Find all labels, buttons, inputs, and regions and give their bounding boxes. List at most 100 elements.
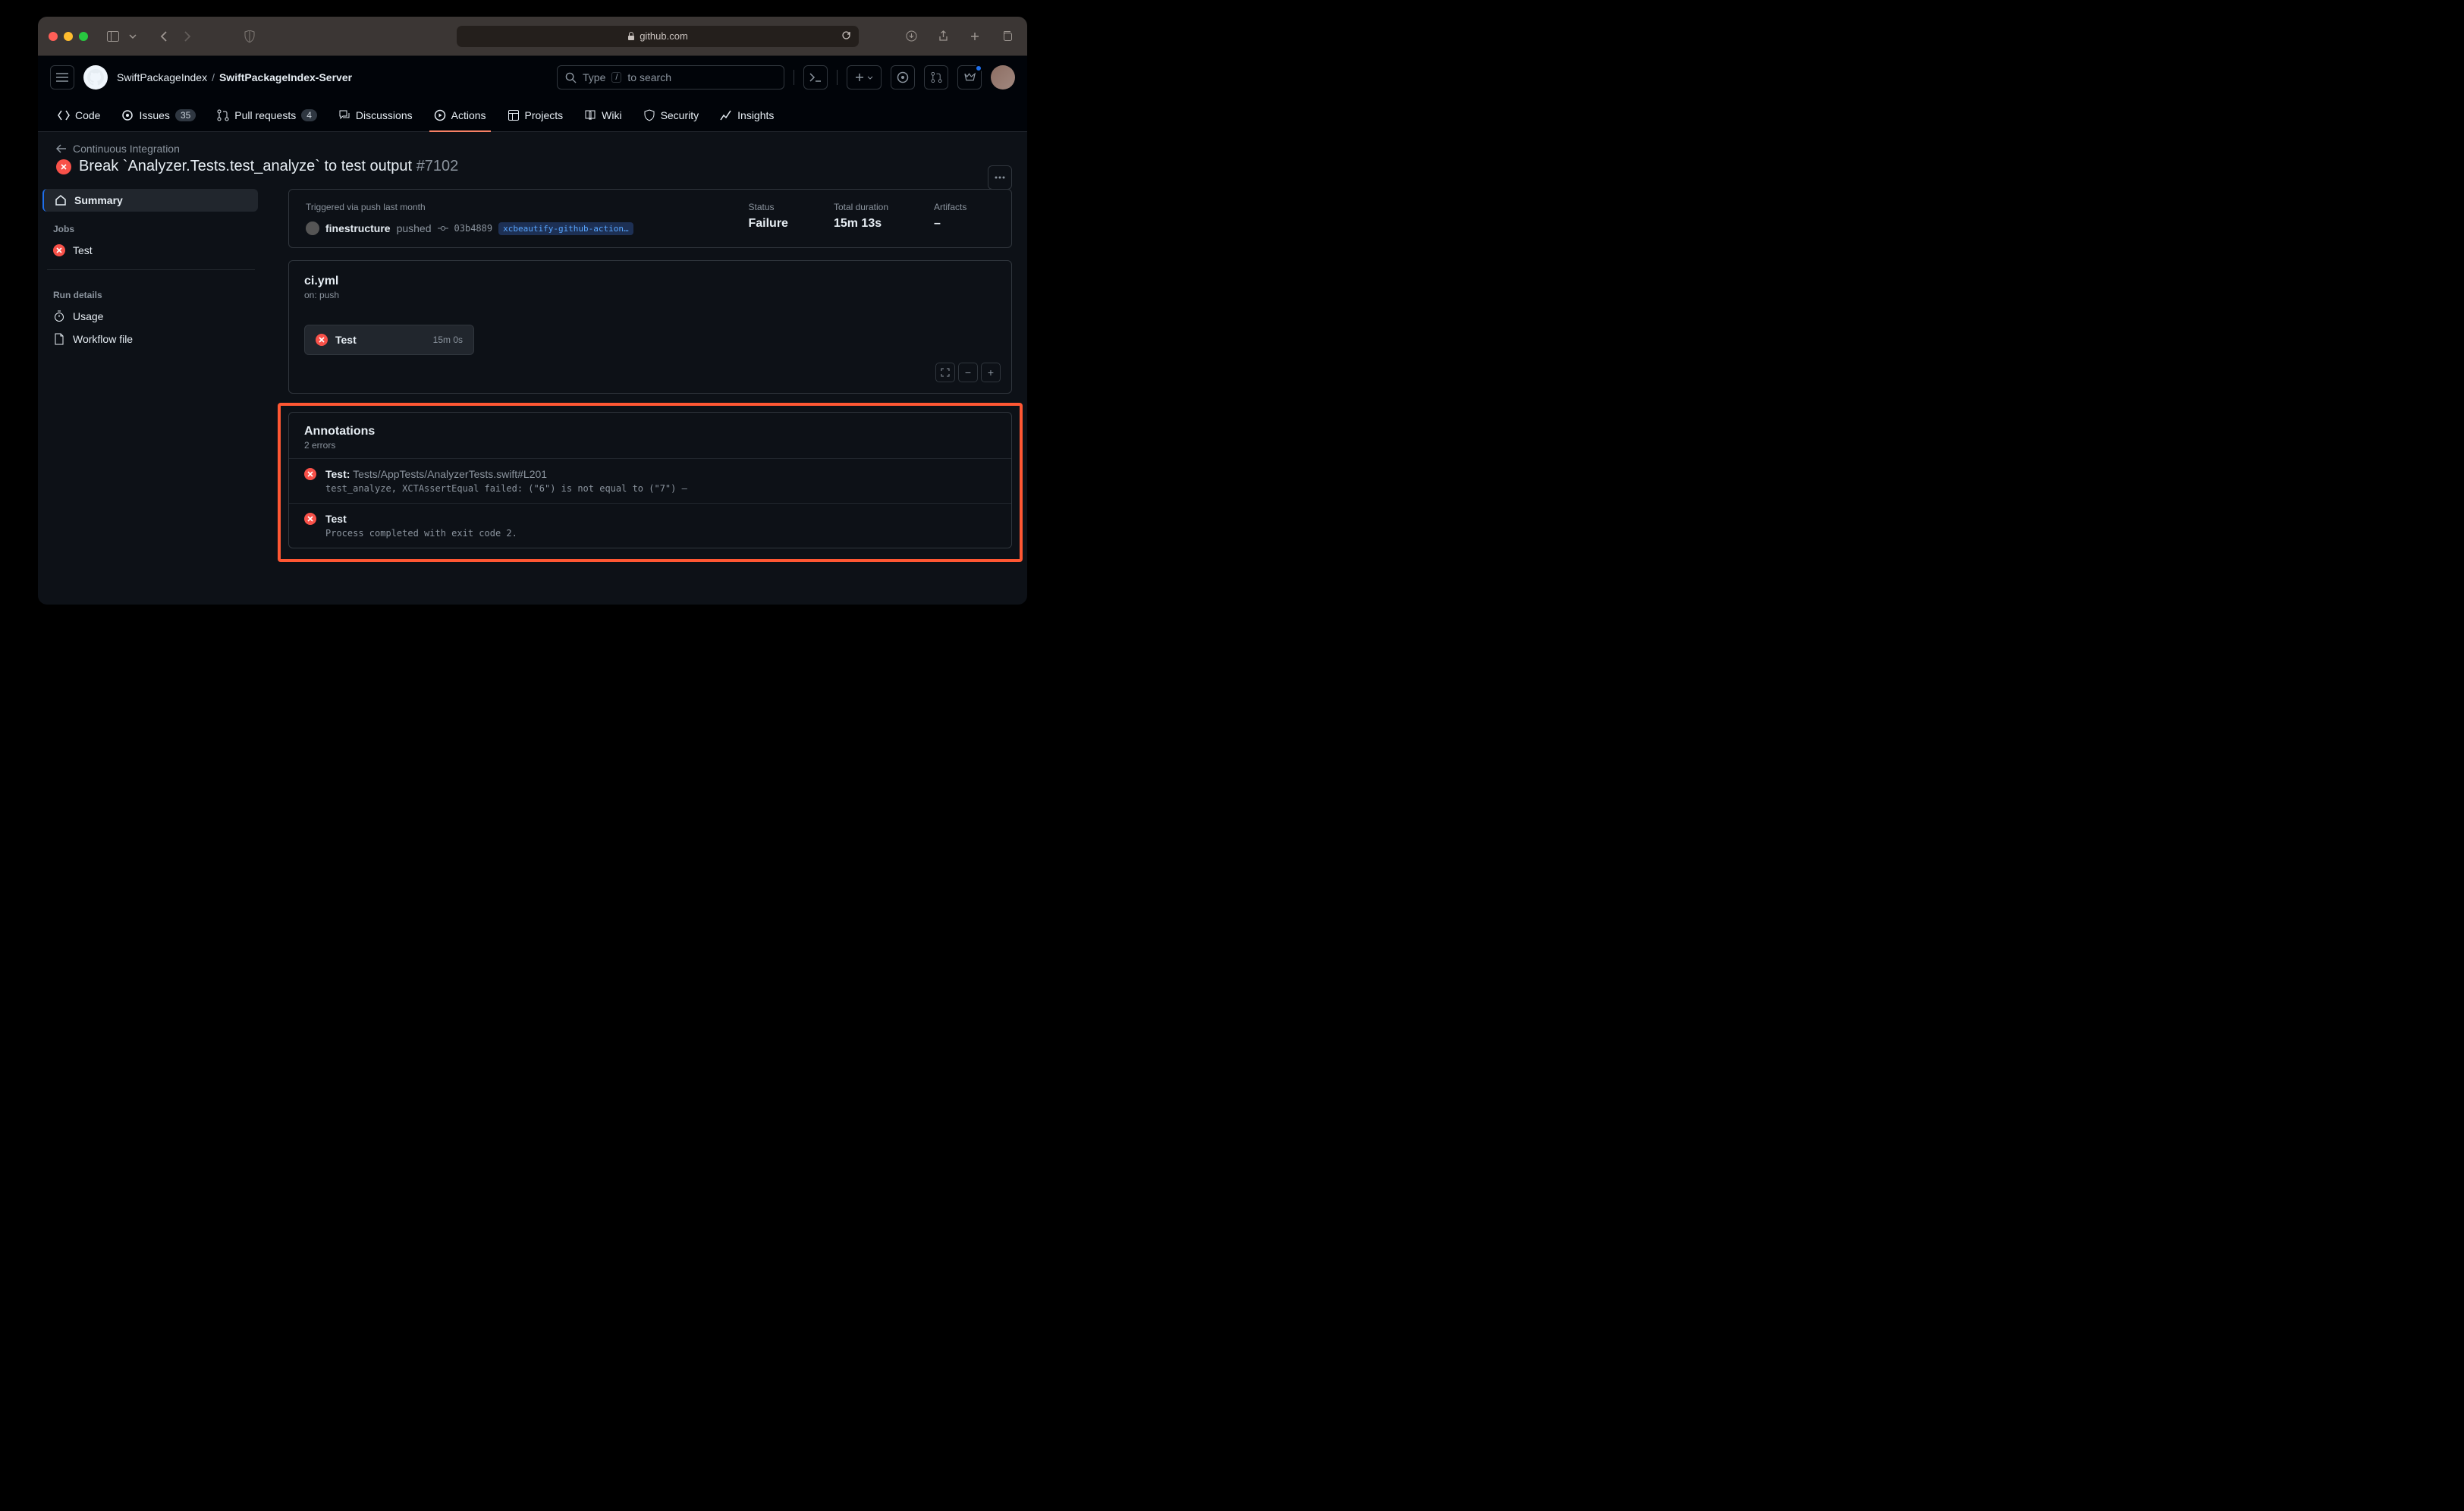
commit-sha[interactable]: 03b4889 <box>454 223 493 234</box>
branch-name[interactable]: xcbeautify-github-action… <box>498 222 633 235</box>
minimize-window[interactable] <box>64 32 73 41</box>
url-host: github.com <box>640 30 688 42</box>
status-fail-icon <box>56 159 71 174</box>
breadcrumb-repo[interactable]: SwiftPackageIndex-Server <box>219 71 352 83</box>
search-input[interactable]: Type / to search <box>557 65 784 90</box>
sidebar-usage-label: Usage <box>73 310 103 322</box>
nav-code[interactable]: Code <box>50 99 108 132</box>
lock-icon <box>627 32 635 41</box>
pull-requests-button[interactable] <box>924 65 948 90</box>
divider <box>837 70 838 85</box>
annotation-row[interactable]: Test: Tests/AppTests/AnalyzerTests.swift… <box>289 458 1011 503</box>
tabs-icon[interactable] <box>997 27 1017 46</box>
run-number: #7102 <box>416 158 459 174</box>
prs-count-badge: 4 <box>301 109 317 121</box>
repo-nav: Code Issues 35 Pull requests 4 Discussio… <box>38 99 1027 132</box>
workflow-on: on: push <box>304 290 996 300</box>
reload-icon[interactable] <box>841 30 851 42</box>
job-duration: 15m 0s <box>433 335 463 345</box>
sidebar-workflow-file[interactable]: Workflow file <box>44 328 258 350</box>
command-palette-button[interactable] <box>803 65 828 90</box>
annotations-card: Annotations 2 errors Test: Tests/AppTest… <box>288 412 1012 548</box>
annotations-heading: Annotations <box>304 425 996 438</box>
back-icon[interactable] <box>153 27 173 46</box>
arrow-left-icon <box>56 144 67 153</box>
issues-button[interactable] <box>891 65 915 90</box>
zoom-out-button[interactable]: − <box>958 363 978 382</box>
downloads-icon[interactable] <box>901 27 921 46</box>
new-tab-icon[interactable] <box>965 27 985 46</box>
sidebar-summary-label: Summary <box>74 194 123 206</box>
nav-projects[interactable]: Projects <box>500 99 571 132</box>
nav-issues[interactable]: Issues 35 <box>114 99 203 132</box>
github-logo[interactable] <box>83 65 108 90</box>
issues-count-badge: 35 <box>175 109 196 121</box>
commit-icon <box>438 225 448 232</box>
workflow-file-name: ci.yml <box>304 275 996 288</box>
zoom-in-button[interactable]: + <box>981 363 1001 382</box>
job-name: Test <box>335 334 357 346</box>
annotation-message: test_analyze, XCTAssertEqual failed: ("6… <box>325 483 996 494</box>
nav-actions[interactable]: Actions <box>426 99 494 132</box>
annotations-highlight: Annotations 2 errors Test: Tests/AppTest… <box>278 403 1023 562</box>
search-key: / <box>611 72 621 83</box>
nav-code-label: Code <box>75 109 100 121</box>
artifacts-label: Artifacts <box>934 202 995 212</box>
annotation-title: Test: <box>325 468 350 480</box>
sidebar-summary[interactable]: Summary <box>42 189 258 212</box>
fullscreen-button[interactable] <box>935 363 955 382</box>
duration-label: Total duration <box>834 202 888 212</box>
close-window[interactable] <box>49 32 58 41</box>
nav-prs-label: Pull requests <box>234 109 296 121</box>
nav-discussions[interactable]: Discussions <box>331 99 420 132</box>
nav-insights[interactable]: Insights <box>712 99 781 132</box>
error-icon <box>304 513 316 525</box>
stopwatch-icon <box>53 310 65 322</box>
actor-name[interactable]: finestructure <box>325 222 391 234</box>
nav-wiki-label: Wiki <box>602 109 621 121</box>
annotation-row[interactable]: Test Process completed with exit code 2. <box>289 503 1011 548</box>
home-icon <box>55 194 67 206</box>
maximize-window[interactable] <box>79 32 88 41</box>
annotation-message: Process completed with exit code 2. <box>325 528 996 539</box>
create-new-button[interactable] <box>847 65 882 90</box>
workflow-backlink[interactable]: Continuous Integration <box>56 143 1009 155</box>
sidebar-workflowfile-label: Workflow file <box>73 333 133 345</box>
run-sidebar: Summary Jobs Test Run details Usage Work… <box>38 181 266 605</box>
sidebar-job-test[interactable]: Test <box>44 239 258 262</box>
url-bar[interactable]: github.com <box>457 26 859 47</box>
user-avatar[interactable] <box>991 65 1015 90</box>
nav-actions-label: Actions <box>451 109 486 121</box>
annotation-title: Test <box>325 513 347 525</box>
actor-avatar[interactable] <box>306 221 319 235</box>
breadcrumb: SwiftPackageIndex / SwiftPackageIndex-Se… <box>117 71 352 83</box>
browser-window: github.com SwiftPackageIndex / SwiftPack… <box>38 17 1027 605</box>
status-value: Failure <box>748 217 787 231</box>
summary-card: Triggered via push last month finestruct… <box>288 189 1012 248</box>
chevron-down-icon[interactable] <box>127 27 138 46</box>
notifications-button[interactable] <box>957 65 982 90</box>
menu-button[interactable] <box>50 65 74 90</box>
run-main: Triggered via push last month finestruct… <box>266 181 1027 605</box>
run-title: Break `Analyzer.Tests.test_analyze` to t… <box>79 158 458 175</box>
shield-icon[interactable] <box>240 27 259 46</box>
nav-discussions-label: Discussions <box>356 109 413 121</box>
run-title-text: Break `Analyzer.Tests.test_analyze` to t… <box>79 158 412 174</box>
github-header: SwiftPackageIndex / SwiftPackageIndex-Se… <box>38 56 1027 99</box>
sidebar-toggle-icon[interactable] <box>103 27 123 46</box>
browser-chrome: github.com <box>38 17 1027 56</box>
breadcrumb-org[interactable]: SwiftPackageIndex <box>117 71 207 83</box>
annotations-summary: 2 errors <box>304 440 996 451</box>
job-fail-icon <box>53 244 65 256</box>
sidebar-usage[interactable]: Usage <box>44 305 258 328</box>
sidebar-job-label: Test <box>73 244 93 256</box>
notification-dot <box>975 64 982 72</box>
nav-pull-requests[interactable]: Pull requests 4 <box>209 99 325 132</box>
share-icon[interactable] <box>933 27 953 46</box>
nav-wiki[interactable]: Wiki <box>577 99 629 132</box>
artifacts-value: – <box>934 217 995 231</box>
nav-security[interactable]: Security <box>636 99 707 132</box>
duration-value: 15m 13s <box>834 217 888 231</box>
job-node-test[interactable]: Test 15m 0s <box>304 325 474 355</box>
forward-icon[interactable] <box>178 27 197 46</box>
